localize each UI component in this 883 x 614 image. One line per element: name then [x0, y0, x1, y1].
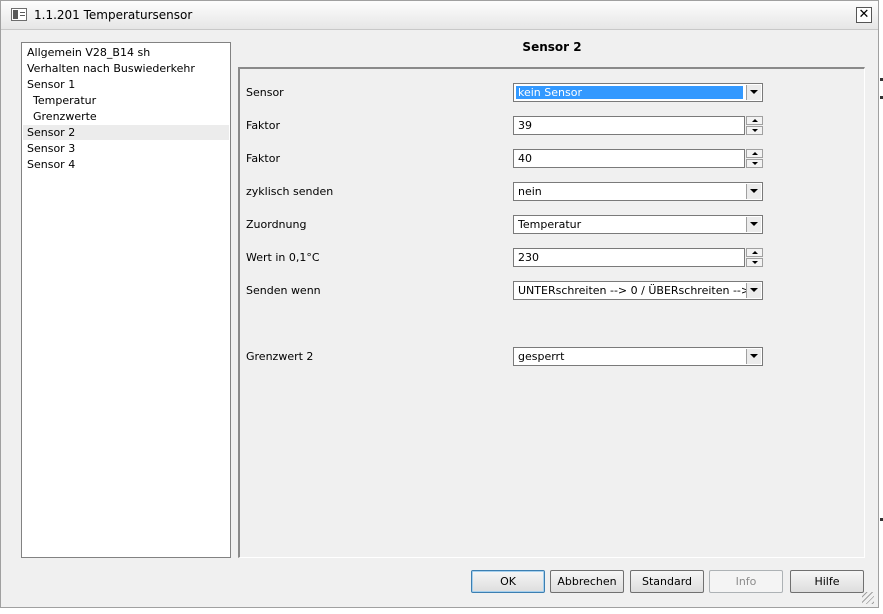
chevron-down-icon[interactable]	[746, 349, 761, 364]
chevron-down-icon[interactable]	[746, 85, 761, 100]
info-button: Info	[709, 570, 783, 593]
faktor-2-input[interactable]: 40	[513, 149, 745, 168]
wert-value: 230	[518, 251, 539, 264]
background-window-edge	[879, 64, 883, 604]
chevron-down-icon[interactable]	[746, 184, 761, 199]
label-faktor-1: Faktor	[246, 119, 280, 132]
tree-item-grenzwerte[interactable]: Grenzwerte	[33, 109, 97, 124]
label-zuordnung: Zuordnung	[246, 218, 307, 231]
wert-input[interactable]: 230	[513, 248, 745, 267]
parameter-tree[interactable]: Allgemein V28_B14 sh Verhalten nach Busw…	[21, 42, 231, 558]
window-title: 1.1.201 Temperatursensor	[34, 8, 193, 22]
tree-item-temperatur[interactable]: Temperatur	[33, 93, 96, 108]
sensor-dropdown[interactable]: kein Sensor	[513, 83, 763, 102]
spin-up-icon[interactable]	[746, 116, 763, 125]
tree-item-verhalten[interactable]: Verhalten nach Buswiederkehr	[27, 61, 195, 76]
sensor-value: kein Sensor	[516, 86, 743, 99]
zyklisch-senden-dropdown[interactable]: nein	[513, 182, 763, 201]
grenzwert-2-dropdown[interactable]: gesperrt	[513, 347, 763, 366]
spin-down-icon[interactable]	[746, 258, 763, 267]
spin-up-icon[interactable]	[746, 248, 763, 257]
spin-down-icon[interactable]	[746, 126, 763, 135]
faktor-1-value: 39	[518, 119, 532, 132]
parameter-panel	[238, 67, 865, 558]
chevron-down-icon[interactable]	[746, 217, 761, 232]
zuordnung-value: Temperatur	[518, 218, 582, 231]
faktor-2-value: 40	[518, 152, 532, 165]
app-icon	[11, 8, 27, 21]
close-button[interactable]: ✕	[856, 7, 872, 23]
standard-button[interactable]: Standard	[630, 570, 704, 593]
faktor-1-input[interactable]: 39	[513, 116, 745, 135]
label-faktor-2: Faktor	[246, 152, 280, 165]
senden-wenn-value: UNTERschreiten --> 0 / ÜBERschreiten -->…	[518, 284, 761, 297]
label-zyklisch-senden: zyklisch senden	[246, 185, 334, 198]
faktor-2-stepper[interactable]: 40	[513, 149, 763, 168]
resize-grip-icon[interactable]	[862, 592, 874, 604]
label-wert: Wert in 0,1°C	[246, 251, 320, 264]
tree-item-sensor-2[interactable]: Sensor 2	[23, 125, 229, 140]
cancel-button[interactable]: Abbrechen	[550, 570, 624, 593]
chevron-down-icon[interactable]	[746, 283, 761, 298]
section-title: Sensor 2	[522, 40, 582, 54]
zuordnung-dropdown[interactable]: Temperatur	[513, 215, 763, 234]
help-button[interactable]: Hilfe	[790, 570, 864, 593]
tree-item-sensor-4[interactable]: Sensor 4	[27, 157, 75, 172]
label-senden-wenn: Senden wenn	[246, 284, 321, 297]
tree-item-allgemein[interactable]: Allgemein V28_B14 sh	[27, 45, 150, 60]
senden-wenn-dropdown[interactable]: UNTERschreiten --> 0 / ÜBERschreiten -->…	[513, 281, 763, 300]
title-bar[interactable]: 1.1.201 Temperatursensor ✕	[1, 1, 878, 30]
spin-down-icon[interactable]	[746, 159, 763, 168]
tree-item-sensor-1[interactable]: Sensor 1	[27, 77, 75, 92]
label-grenzwert-2: Grenzwert 2	[246, 350, 314, 363]
grenzwert-2-value: gesperrt	[518, 350, 565, 363]
ok-button[interactable]: OK	[471, 570, 545, 593]
wert-stepper[interactable]: 230	[513, 248, 763, 267]
tree-item-sensor-3[interactable]: Sensor 3	[27, 141, 75, 156]
zyklisch-senden-value: nein	[518, 185, 542, 198]
faktor-1-stepper[interactable]: 39	[513, 116, 763, 135]
close-icon: ✕	[858, 7, 870, 22]
label-sensor: Sensor	[246, 86, 284, 99]
spin-up-icon[interactable]	[746, 149, 763, 158]
